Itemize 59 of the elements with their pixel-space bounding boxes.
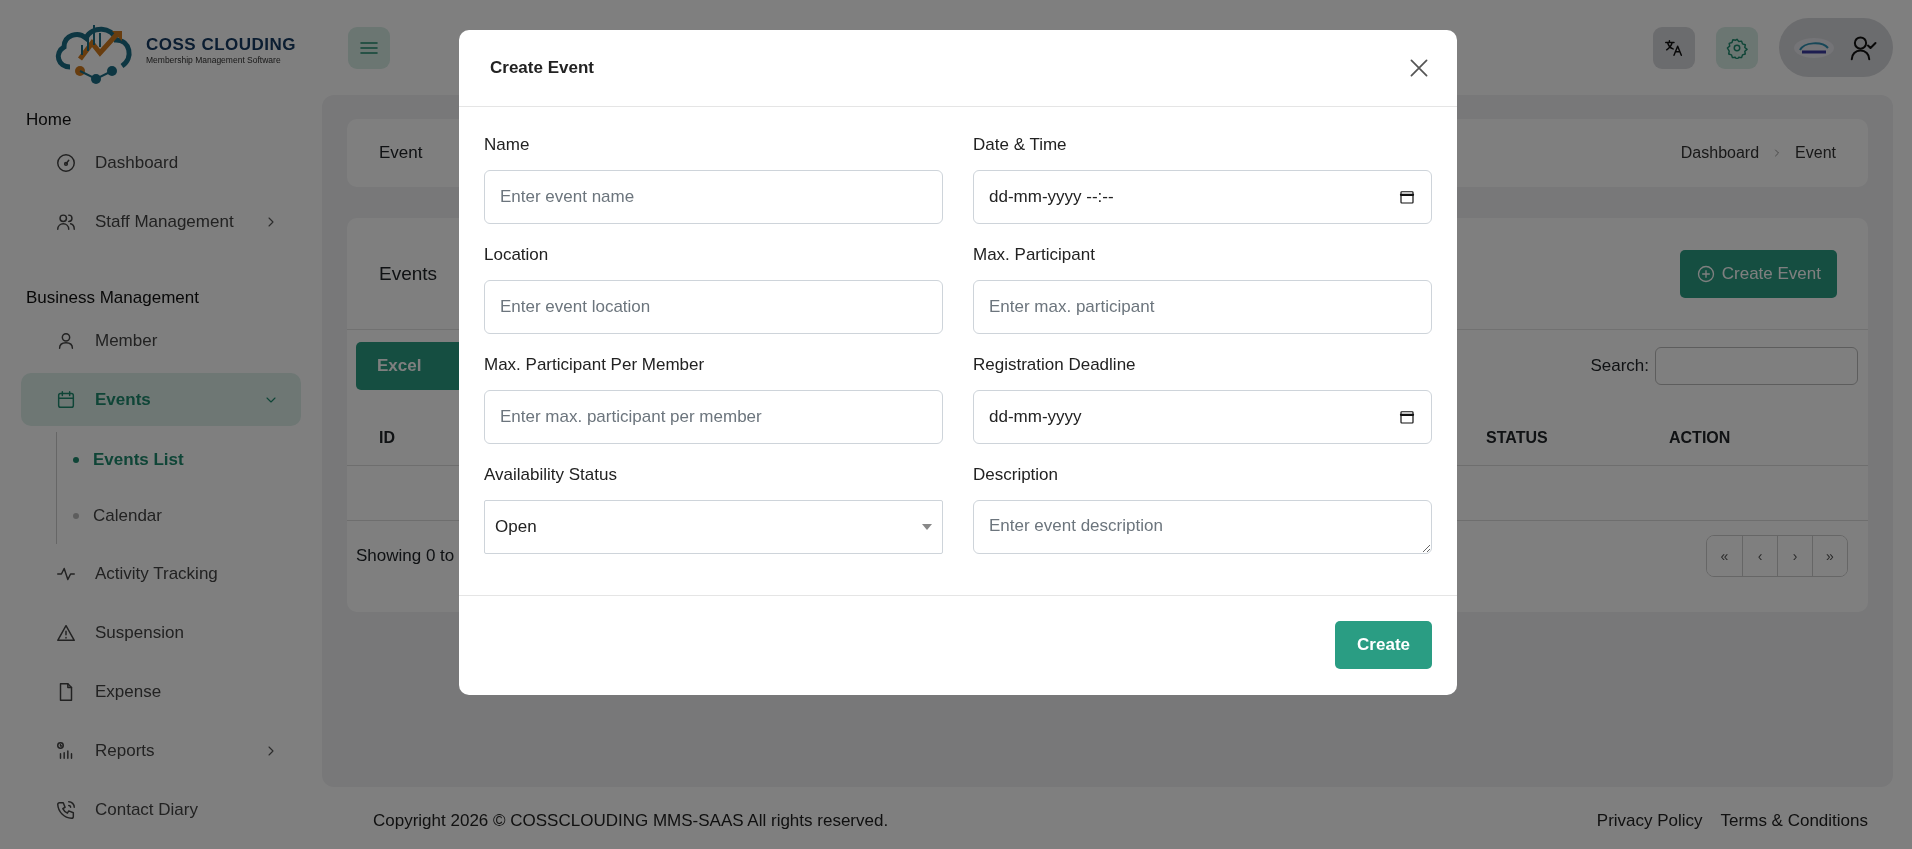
search-field[interactable] <box>1655 347 1858 385</box>
sidebar-item[interactable]: Member <box>21 314 301 367</box>
sidebar-item[interactable]: Expense <box>21 665 301 718</box>
brand-name: COSS CLOUDING <box>146 35 297 55</box>
translate-button[interactable] <box>1653 26 1695 69</box>
sidebar-item[interactable]: Activity Tracking <box>21 547 301 600</box>
phone-icon <box>55 798 77 821</box>
field-label: Description <box>973 465 1060 485</box>
sidebar-item[interactable]: Events <box>21 373 301 426</box>
date-field[interactable]: dd-mm-yyyy --:-- <box>973 170 1432 224</box>
modal-title: Create Event <box>490 58 595 78</box>
field-label: Availability Status <box>484 465 618 485</box>
field-label: Location <box>484 245 550 265</box>
calendar-icon <box>55 388 77 411</box>
settings-button[interactable] <box>1716 26 1758 69</box>
settings-icon <box>1726 36 1748 59</box>
page-title: Event <box>379 143 423 163</box>
brand-tagline: Membership Management Software <box>146 55 282 65</box>
table-info: Showing 0 to <box>356 546 456 566</box>
date-field[interactable]: dd-mm-yyyy <box>973 390 1432 444</box>
calendar-icon <box>1398 188 1416 206</box>
card-title: Events <box>379 262 439 285</box>
breadcrumb-item: Event <box>1795 144 1836 162</box>
field-label: Date & Time <box>973 135 1068 155</box>
sidebar-item[interactable]: Suspension <box>21 606 301 659</box>
create-button[interactable]: Create <box>1335 621 1432 669</box>
copyright-text: Copyright 2026 © COSSCLOUDING MMS-SAAS All rights reserved. <box>373 811 889 831</box>
create-event-button[interactable]: Create Event <box>1679 249 1837 298</box>
footer-link[interactable]: Terms & Conditions <box>1720 811 1868 831</box>
input-field[interactable]: Enter event name <box>484 170 943 224</box>
gauge-icon <box>55 151 77 174</box>
input-field[interactable]: Enter event location <box>484 280 943 334</box>
pagination-button[interactable]: » <box>1812 536 1847 576</box>
sidebar-section-title: Business Management <box>25 287 200 309</box>
sidebar-item[interactable]: Staff Management <box>21 195 301 248</box>
sidebar-subitem[interactable]: Events List <box>57 432 322 488</box>
sidebar-item[interactable]: Contact Diary <box>21 783 301 836</box>
column-header[interactable]: STATUS <box>1486 428 1669 447</box>
column-header[interactable]: ACTION <box>1669 428 1868 447</box>
field-label: Max. Participant Per Member <box>484 355 706 375</box>
sidebar-section-title: Home <box>25 109 73 131</box>
caret-icon <box>922 524 932 530</box>
breadcrumb-item[interactable]: Dashboard <box>1680 144 1760 162</box>
plus-circle-icon <box>1695 263 1716 284</box>
sidebar-item[interactable]: Dashboard <box>21 136 301 189</box>
search-label: Search: <box>1590 356 1649 376</box>
field-label: Name <box>484 135 531 155</box>
footer-link[interactable]: Privacy Policy <box>1596 811 1703 831</box>
field-label: Registration Deadline <box>973 355 1137 375</box>
input-field[interactable]: Enter max. participant per member <box>484 390 943 444</box>
menu-button[interactable] <box>348 26 390 69</box>
select-field[interactable]: Open <box>484 500 943 554</box>
input-field[interactable]: Enter max. participant <box>973 280 1432 334</box>
logo-icon <box>1794 37 1834 58</box>
field-label: Max. Participant <box>973 245 1096 265</box>
sidebar-subitem[interactable]: Calendar <box>57 488 322 544</box>
textarea-field[interactable]: Enter event description <box>973 500 1432 554</box>
calendar-icon <box>1398 408 1416 426</box>
sidebar-item[interactable]: Reports <box>21 724 301 777</box>
